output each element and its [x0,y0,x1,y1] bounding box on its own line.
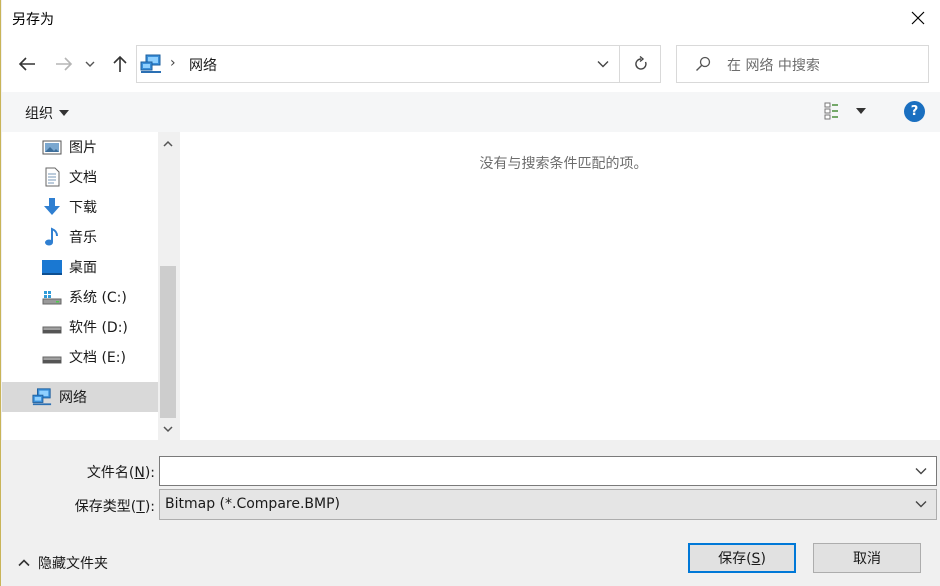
drive-icon [42,356,62,364]
view-details-icon [824,102,838,120]
search-icon [696,56,711,71]
scroll-up-button[interactable] [158,132,178,154]
nav-item-drive-d[interactable]: 软件 (D:) [2,312,158,342]
nav-item-label: 文档 [69,170,97,186]
nav-item-label: 系统 (C:) [69,290,127,306]
arrow-up-icon [113,55,127,72]
close-icon [911,11,925,25]
cancel-button[interactable]: 取消 [813,543,921,573]
chevron-up-icon [163,140,173,147]
help-icon: ? [910,104,919,119]
save-button-label: 保存(S) [718,551,766,567]
nav-item-label: 软件 (D:) [69,320,128,336]
chevron-down-icon [597,61,609,68]
documents-icon [45,167,60,187]
chevron-down-icon [85,61,95,67]
chevron-up-icon [18,559,30,567]
hide-folders-label: 隐藏文件夹 [38,556,108,572]
network-icon [140,54,161,73]
desktop-icon [42,260,62,275]
close-button[interactable] [895,0,940,36]
pictures-icon [42,140,62,155]
nav-item-downloads[interactable]: 下载 [2,192,158,222]
filename-input[interactable] [162,459,902,483]
nav-item-label: 网络 [59,390,87,406]
filename-combobox[interactable] [159,456,937,486]
recent-locations-button[interactable] [82,52,98,76]
nav-item-network[interactable]: 网络 [2,382,158,412]
back-button[interactable] [15,52,39,76]
filetype-label: 保存类型(T): [74,499,155,515]
address-row: › 网络 在 网络 中搜索 [2,36,940,92]
chevron-down-icon [915,468,927,475]
filetype-selected-value: Bitmap (*.Compare.BMP) [165,496,340,512]
change-view-button[interactable] [824,102,866,120]
refresh-icon [634,56,647,70]
downloads-icon [44,198,60,215]
network-icon [32,388,52,406]
nav-item-drive-e[interactable]: 文档 (E:) [2,342,158,372]
save-button[interactable]: 保存(S) [688,543,796,573]
cancel-button-label: 取消 [853,551,881,567]
filetype-dropdown-button[interactable] [910,490,932,518]
nav-item-label: 文档 (E:) [69,350,126,366]
search-box[interactable]: 在 网络 中搜索 [676,45,929,83]
nav-item-drive-c[interactable]: 系统 (C:) [2,282,158,312]
hide-folders-toggle[interactable]: 隐藏文件夹 [18,553,108,573]
forward-button[interactable] [52,52,76,76]
arrow-left-icon [18,57,35,71]
address-dropdown-button[interactable] [587,46,619,82]
organize-label: 组织 [25,106,53,122]
nav-item-pictures[interactable]: 图片 [2,132,158,162]
save-as-dialog: 另存为 › 网络 在 网络 中搜索 组织 ? 图片 文档 下载 音乐 桌面 系统… [0,0,940,586]
nav-item-label: 桌面 [69,260,97,276]
organize-button[interactable]: 组织 [25,103,69,123]
filetype-select[interactable]: Bitmap (*.Compare.BMP) [159,489,937,520]
filename-label: 文件名(N): [86,465,155,481]
nav-item-label: 音乐 [69,230,97,246]
command-bar: 组织 ? [2,92,940,132]
nav-item-desktop[interactable]: 桌面 [2,252,158,282]
navigation-pane: 图片 文档 下载 音乐 桌面 系统 (C:) 软件 (D:) 文档 (E:) 网… [2,132,178,440]
address-bar[interactable]: › 网络 [136,45,661,83]
file-list-view[interactable]: 没有与搜索条件匹配的项。 [180,132,940,440]
window-title: 另存为 [12,12,54,28]
scrollbar-thumb[interactable] [160,266,176,418]
nav-item-label: 图片 [69,140,97,156]
refresh-button[interactable] [619,46,661,82]
help-button[interactable]: ? [904,101,925,122]
caret-down-icon [59,110,69,116]
filename-dropdown-button[interactable] [910,457,932,485]
navigation-scrollbar[interactable] [158,132,178,440]
scroll-down-button[interactable] [158,418,178,440]
chevron-down-icon [915,501,927,508]
breadcrumb-network[interactable]: 网络 [189,55,217,75]
caret-down-icon [856,108,866,114]
chevron-down-icon [163,425,173,432]
nav-item-documents[interactable]: 文档 [2,162,158,192]
search-placeholder: 在 网络 中搜索 [727,58,820,74]
music-icon [45,227,58,246]
nav-item-label: 下载 [69,200,97,216]
up-button[interactable] [108,52,132,76]
arrow-right-icon [56,57,73,71]
empty-results-message: 没有与搜索条件匹配的项。 [479,156,648,172]
nav-item-music[interactable]: 音乐 [2,222,158,252]
breadcrumb-separator: › [170,55,176,71]
system-drive-icon [42,291,62,305]
title-bar: 另存为 [2,0,940,36]
drive-icon [42,326,62,334]
